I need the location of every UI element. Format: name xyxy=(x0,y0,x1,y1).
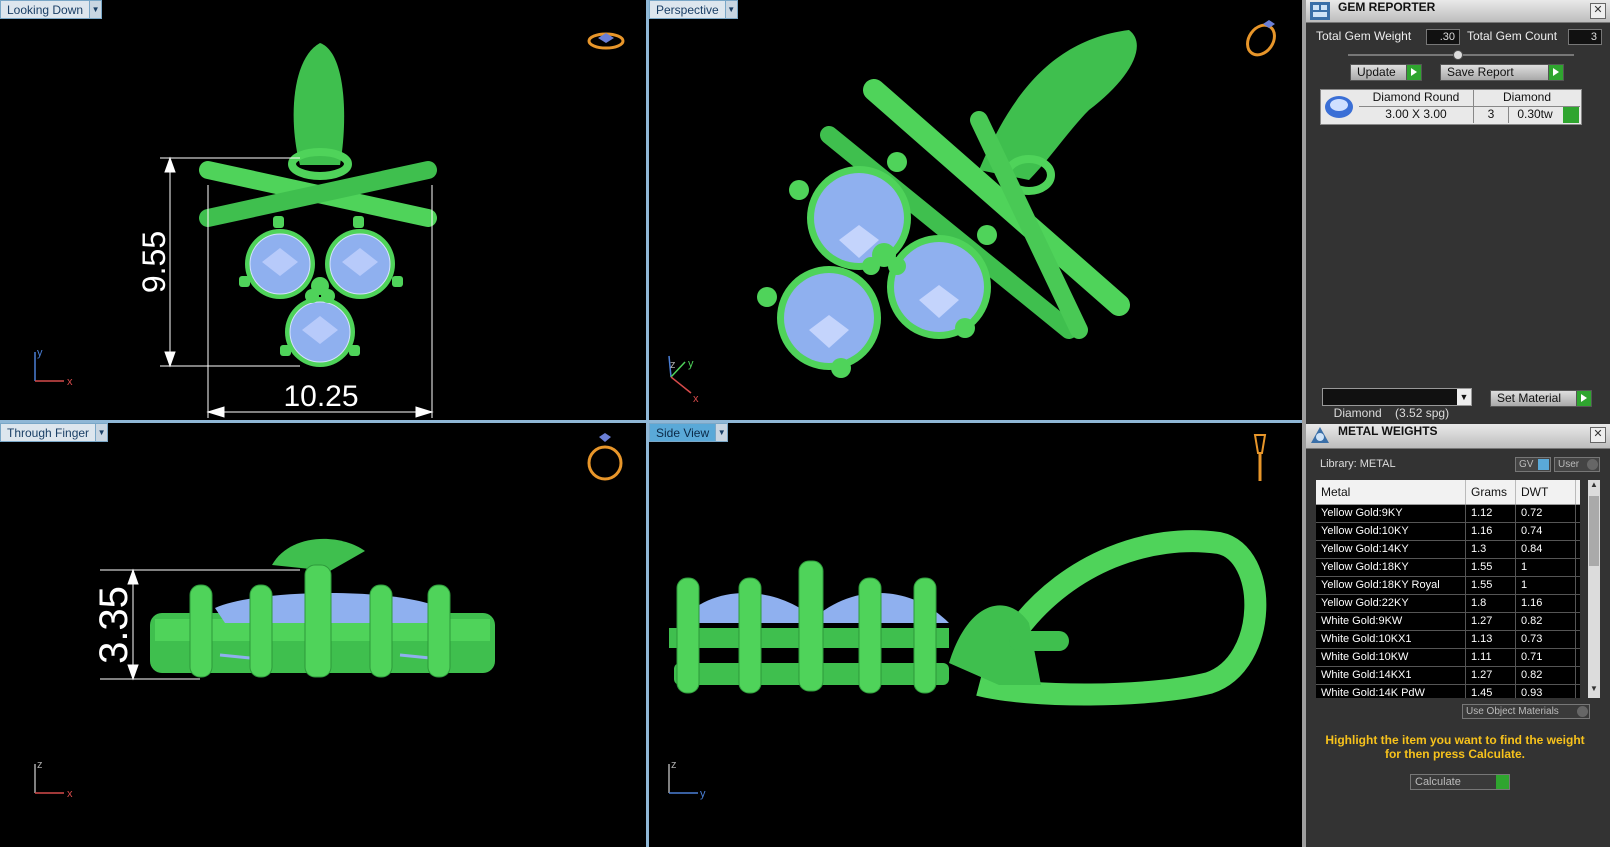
total-gem-weight-field[interactable]: .30 xyxy=(1426,29,1460,45)
gem-go-button[interactable] xyxy=(1563,107,1579,123)
gem-shape: Diamond Round xyxy=(1359,90,1474,107)
total-gem-count-field[interactable]: 3 xyxy=(1568,29,1602,45)
set-material-button[interactable]: Set Material xyxy=(1490,390,1592,407)
dimension-height-label: 9.55 xyxy=(136,231,172,293)
update-button[interactable]: Update xyxy=(1350,64,1422,81)
save-report-button[interactable]: Save Report xyxy=(1440,64,1564,81)
table-row[interactable]: White Gold:14KX1 1.27 0.82 xyxy=(1316,667,1580,685)
table-row[interactable]: Yellow Gold:18KY 1.55 1 xyxy=(1316,559,1580,577)
library-label: Library: METAL xyxy=(1320,458,1396,470)
axis-icon: y x xyxy=(34,347,73,388)
view-ring-icon[interactable] xyxy=(1242,20,1280,60)
table-row[interactable]: Yellow Gold:9KY 1.12 0.72 xyxy=(1316,505,1580,523)
metal-weights-title: METAL WEIGHTS xyxy=(1338,424,1438,438)
update-button-label: Update xyxy=(1357,65,1396,79)
close-icon[interactable]: ✕ xyxy=(1590,427,1606,443)
looking-down-canvas: 9.55 10.25 y x xyxy=(34,32,625,418)
table-row[interactable]: White Gold:9KW 1.27 0.82 xyxy=(1316,613,1580,631)
table-row[interactable]: White Gold:14K PdW 1.45 0.93 xyxy=(1316,685,1580,698)
table-header: Metal Grams DWT xyxy=(1316,480,1580,505)
gem-size: 3.00 X 3.00 xyxy=(1359,107,1474,123)
table-row[interactable]: White Gold:10KX1 1.13 0.73 xyxy=(1316,631,1580,649)
total-gem-count-label: Total Gem Count xyxy=(1467,29,1558,43)
use-object-materials-toggle[interactable]: Use Object Materials xyxy=(1462,704,1590,719)
svg-text:z: z xyxy=(671,759,677,771)
chevron-down-icon[interactable]: ▼ xyxy=(1588,684,1600,698)
set-material-label: Set Material xyxy=(1497,391,1562,405)
table-row[interactable]: Yellow Gold:14KY 1.3 0.84 xyxy=(1316,541,1580,559)
gem-reporter-header: GEM REPORTER ✕ xyxy=(1306,0,1610,23)
table-row[interactable]: Yellow Gold:22KY 1.8 1.16 xyxy=(1316,595,1580,613)
calculate-hint: Highlight the item you want to find the … xyxy=(1325,733,1585,761)
column-header-metal[interactable]: Metal xyxy=(1316,480,1466,504)
diamond-round-icon xyxy=(1325,96,1353,118)
scrollbar-thumb[interactable] xyxy=(1589,496,1599,566)
gem-weight: 0.30tw xyxy=(1517,107,1553,121)
svg-text:x: x xyxy=(693,393,699,405)
user-label: User xyxy=(1558,459,1580,470)
gem-list-row[interactable]: Diamond Round Diamond 3.00 X 3.00 3 0.30… xyxy=(1320,89,1582,125)
save-report-button-label: Save Report xyxy=(1447,65,1514,79)
viewport-perspective[interactable]: Perspective ▼ z y x xyxy=(649,0,1302,420)
total-gem-weight-label: Total Gem Weight xyxy=(1316,29,1412,43)
material-select[interactable]: Diamond (3.52 spg) ▼ xyxy=(1322,388,1472,420)
svg-text:y: y xyxy=(688,358,694,370)
metal-weights-header: METAL WEIGHTS ✕ xyxy=(1306,424,1610,449)
play-icon xyxy=(1548,65,1563,80)
gem-count: 3 xyxy=(1474,107,1509,123)
use-object-materials-label: Use Object Materials xyxy=(1466,706,1559,717)
side-view-canvas: z y xyxy=(668,434,1267,800)
table-scrollbar[interactable]: ▲ ▼ xyxy=(1588,480,1600,698)
through-finger-canvas: 3.35 z x xyxy=(34,433,623,800)
toggle-indicator-icon xyxy=(1587,459,1598,470)
play-icon xyxy=(1576,391,1591,406)
metal-weights-icon xyxy=(1311,427,1329,443)
toggle-indicator-icon xyxy=(1577,706,1588,717)
view-ring-icon[interactable] xyxy=(587,32,625,50)
chevron-down-icon[interactable]: ▼ xyxy=(1457,389,1471,405)
svg-text:z: z xyxy=(670,359,676,371)
gem-reporter-title: GEM REPORTER xyxy=(1338,0,1436,14)
calculate-label: Calculate xyxy=(1415,776,1461,788)
svg-text:x: x xyxy=(67,376,73,388)
gem-reporter-icon xyxy=(1310,2,1330,20)
gem-slider-thumb[interactable] xyxy=(1453,50,1463,60)
material-select-value: Diamond (3.52 spg) xyxy=(1333,406,1450,420)
view-pendant-icon[interactable] xyxy=(1253,434,1267,481)
dimension-width-label: 10.25 xyxy=(283,380,358,413)
view-ring-icon[interactable] xyxy=(587,433,623,481)
svg-text:z: z xyxy=(37,759,43,771)
gem-type: Diamond xyxy=(1474,90,1580,107)
close-icon[interactable]: ✕ xyxy=(1590,3,1606,19)
svg-text:y: y xyxy=(37,347,43,359)
axis-icon: z x xyxy=(34,759,73,800)
viewport-divider-horizontal[interactable] xyxy=(0,420,1302,423)
play-icon xyxy=(1406,65,1421,80)
column-header-dwt[interactable]: DWT xyxy=(1516,480,1576,504)
chevron-up-icon[interactable]: ▲ xyxy=(1588,480,1600,494)
dimension-height-label: 3.35 xyxy=(92,586,136,664)
viewport-through-finger[interactable]: Through Finger ▼ 3.35 z x xyxy=(0,423,646,847)
perspective-canvas: z y x xyxy=(668,20,1280,405)
viewport-divider-vertical[interactable] xyxy=(646,0,649,847)
metal-weights-table: Metal Grams DWT Yellow Gold:9KY 1.12 0.72 … xyxy=(1316,480,1580,698)
user-toggle[interactable]: User xyxy=(1554,457,1600,472)
table-row[interactable]: White Gold:10KW 1.11 0.71 xyxy=(1316,649,1580,667)
toggle-indicator-icon xyxy=(1538,459,1549,470)
axis-icon: z y xyxy=(668,759,706,800)
calculate-button[interactable]: Calculate xyxy=(1410,774,1510,790)
play-icon xyxy=(1496,775,1509,789)
svg-text:x: x xyxy=(67,788,73,800)
column-header-grams[interactable]: Grams xyxy=(1466,480,1516,504)
table-row[interactable]: Yellow Gold:18KY Royal 1.55 1 xyxy=(1316,577,1580,595)
svg-text:y: y xyxy=(700,788,706,800)
gv-toggle[interactable]: GV xyxy=(1515,457,1551,472)
axis-icon: z y x xyxy=(668,355,699,405)
gv-label: GV xyxy=(1519,459,1534,470)
viewport-side-view[interactable]: Side View ▼ z y xyxy=(649,423,1302,847)
table-row[interactable]: Yellow Gold:10KY 1.16 0.74 xyxy=(1316,523,1580,541)
viewport-looking-down[interactable]: Looking Down ▼ 9.55 10.25 y x xyxy=(0,0,646,420)
